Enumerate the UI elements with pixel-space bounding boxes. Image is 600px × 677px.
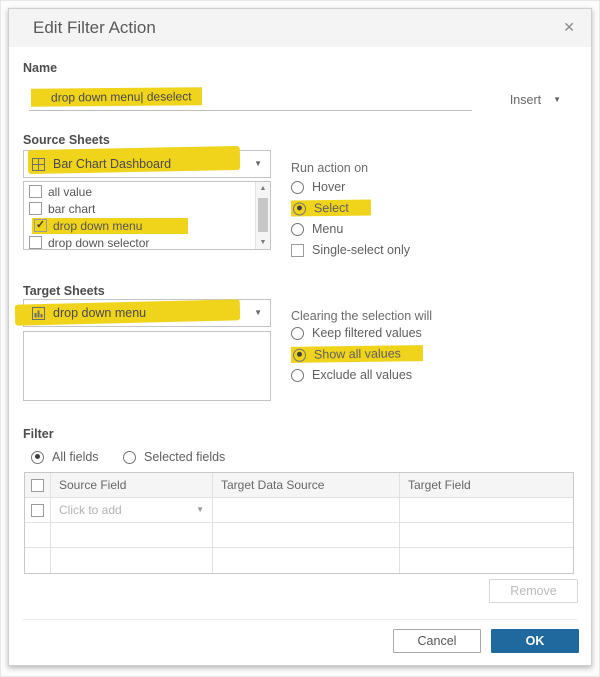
highlight-mark: Show all values (290, 345, 423, 363)
radio-icon[interactable] (291, 326, 304, 340)
radio-icon[interactable] (291, 368, 304, 382)
chevron-down-icon: ▼ (553, 95, 561, 104)
radio-label: Show all values (313, 346, 401, 362)
list-item-label: bar chart (48, 201, 96, 216)
scroll-up-icon[interactable]: ▲ (256, 185, 270, 192)
table-row-checkbox[interactable] (25, 498, 51, 523)
clearing-selection-label: Clearing the selection will (291, 309, 433, 323)
radio-icon[interactable] (291, 180, 304, 194)
radio-icon[interactable] (123, 450, 136, 464)
radio-selected-icon[interactable] (292, 201, 307, 216)
table-cell-target-data-source[interactable] (213, 498, 400, 523)
checkbox-checked-icon[interactable]: ✓ (34, 219, 47, 232)
cancel-button[interactable]: Cancel (393, 629, 481, 653)
table-cell-empty (25, 548, 51, 573)
source-sheets-list: all value bar chart ✓ drop down menu dro… (23, 181, 271, 250)
target-sheets-dropdown[interactable]: drop down menu ▼ (14, 299, 271, 327)
radio-label: All fields (52, 450, 99, 464)
target-sheets-label: Target Sheets (23, 284, 105, 298)
radio-selected-icon[interactable] (292, 348, 307, 362)
filter-fields-table: Source Field Target Data Source Target F… (24, 472, 574, 574)
target-sheets-list-empty (23, 331, 271, 401)
edit-filter-action-dialog: Edit Filter Action ✕ Name drop down menu… (8, 8, 592, 666)
radio-icon[interactable] (291, 222, 304, 236)
insert-label: Insert (509, 93, 542, 107)
radio-option-hover[interactable]: Hover (291, 179, 345, 195)
radio-option-all-fields[interactable]: All fields (31, 449, 99, 465)
highlight-mark: Select (290, 199, 371, 217)
insert-menu-button[interactable]: Insert ▼ (510, 93, 561, 107)
table-cell-empty (25, 523, 51, 548)
checkbox-unchecked-icon[interactable] (29, 202, 42, 215)
footer-divider (23, 619, 577, 620)
radio-label: Hover (312, 180, 346, 194)
radio-option-keep-filtered-values[interactable]: Keep filtered values (291, 325, 422, 341)
worksheet-icon (32, 306, 45, 320)
radio-option-select[interactable]: Select (290, 199, 371, 217)
checkbox-label: Single-select only (312, 243, 410, 257)
name-value-highlighted: drop down menu| deselect (30, 87, 202, 107)
radio-label: Exclude all values (312, 368, 413, 382)
checkbox-unchecked-icon[interactable] (29, 185, 42, 198)
dashboard-icon (32, 157, 45, 171)
run-action-on-label: Run action on (291, 161, 369, 175)
list-item-drop-down-menu[interactable]: ✓ drop down menu (24, 217, 255, 234)
table-header-target-data-source: Target Data Source (213, 473, 400, 498)
list-item-label: drop down menu (53, 218, 143, 233)
table-cell-empty (213, 523, 400, 548)
target-sheets-selected-value: drop down menu (53, 306, 147, 320)
table-cell-empty (400, 548, 573, 573)
table-header-select-all[interactable] (25, 473, 51, 498)
table-cell-empty (51, 548, 213, 573)
radio-option-show-all-values[interactable]: Show all values (290, 345, 423, 363)
source-sheets-dropdown[interactable]: Bar Chart Dashboard ▼ (23, 145, 271, 178)
list-item-label: drop down selector (48, 235, 150, 250)
table-cell-empty (51, 523, 213, 548)
table-header-target-field: Target Field (400, 473, 573, 498)
source-sheets-selected-value: Bar Chart Dashboard (53, 157, 172, 171)
radio-option-exclude-all-values[interactable]: Exclude all values (291, 367, 412, 383)
table-header-source-field: Source Field (51, 473, 213, 498)
name-label: Name (23, 61, 58, 75)
filter-label: Filter (23, 427, 54, 441)
screenshot-frame: Edit Filter Action ✕ Name drop down menu… (0, 0, 600, 677)
checkbox-unchecked-icon[interactable] (29, 236, 42, 249)
source-sheets-label: Source Sheets (23, 133, 110, 147)
table-cell-empty (213, 548, 400, 573)
checkbox-unchecked-icon[interactable] (291, 243, 304, 257)
click-to-add-placeholder: Click to add (59, 503, 122, 517)
close-icon[interactable]: ✕ (563, 19, 575, 36)
scrollbar[interactable]: ▲ ▼ (255, 182, 270, 249)
list-item-label: all value (48, 184, 93, 199)
dialog-title: Edit Filter Action (33, 18, 156, 37)
list-item-all-value[interactable]: all value (24, 183, 255, 200)
ok-button[interactable]: OK (491, 629, 579, 653)
table-cell-click-to-add[interactable]: Click to add ▼ (51, 498, 213, 523)
chevron-down-icon: ▼ (254, 159, 262, 168)
highlight-mark: ✓ drop down menu (32, 217, 189, 234)
scroll-down-icon[interactable]: ▼ (256, 239, 270, 246)
radio-label: Selected fields (144, 450, 226, 464)
table-cell-target-field[interactable] (400, 498, 573, 523)
radio-option-selected-fields[interactable]: Selected fields (123, 449, 225, 465)
radio-label: Select (313, 200, 349, 216)
radio-selected-icon[interactable] (31, 450, 44, 464)
scrollbar-thumb[interactable] (258, 198, 268, 232)
radio-label: Keep filtered values (312, 326, 422, 340)
radio-option-menu[interactable]: Menu (291, 221, 343, 237)
checkbox-unchecked-icon[interactable] (31, 478, 44, 492)
table-cell-empty (400, 523, 573, 548)
dialog-titlebar: Edit Filter Action ✕ (9, 9, 591, 47)
chevron-down-icon: ▼ (254, 308, 262, 317)
list-item-bar-chart[interactable]: bar chart (24, 200, 255, 217)
chevron-down-icon: ▼ (196, 505, 204, 514)
checkbox-unchecked-icon[interactable] (31, 503, 44, 517)
name-input[interactable]: drop down menu| deselect (29, 87, 472, 111)
list-item-drop-down-selector[interactable]: drop down selector (24, 234, 255, 251)
remove-button[interactable]: Remove (489, 579, 578, 603)
radio-label: Menu (312, 222, 344, 236)
checkbox-option-single-select-only[interactable]: Single-select only (291, 242, 410, 258)
